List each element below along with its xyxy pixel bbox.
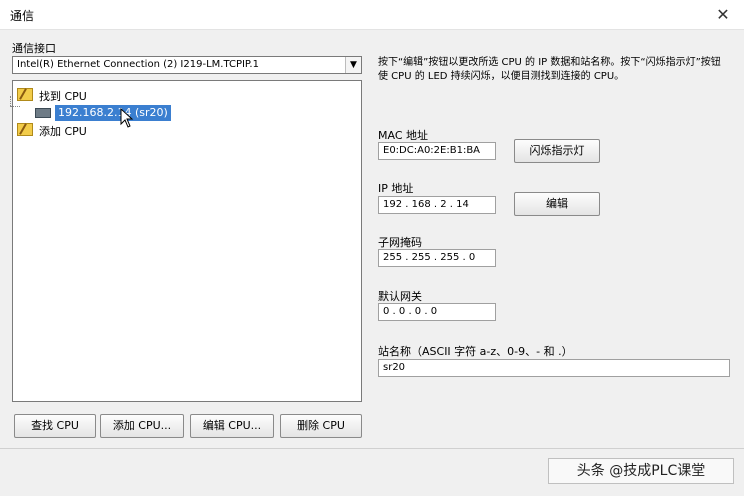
- add-cpu-button[interactable]: 添加 CPU...: [100, 414, 184, 438]
- tree-node-found-cpu[interactable]: 找到 CPU: [17, 87, 217, 103]
- interface-select[interactable]: Intel(R) Ethernet Connection (2) I219-LM…: [12, 56, 362, 74]
- mac-label: MAC 地址: [378, 129, 428, 142]
- ip-address-field: 192 . 168 . 2 . 14: [378, 196, 496, 214]
- gateway-label: 默认网关: [378, 290, 422, 303]
- tree-node-add-cpu[interactable]: 添加 CPU: [17, 122, 217, 138]
- mouse-cursor-icon: [120, 108, 134, 128]
- subnet-label: 子网掩码: [378, 236, 422, 249]
- tree-node-label: 添加 CPU: [39, 125, 87, 138]
- close-button[interactable]: ✕: [712, 4, 734, 26]
- footer-separator: [0, 448, 744, 449]
- tree-node-device[interactable]: 192.168.2.14 (sr20): [35, 105, 235, 121]
- tree-connector: [10, 96, 11, 106]
- blink-led-button[interactable]: 闪烁指示灯: [514, 139, 600, 163]
- find-cpu-button[interactable]: 查找 CPU: [14, 414, 96, 438]
- cpu-device-icon: [35, 108, 51, 118]
- delete-cpu-button[interactable]: 删除 CPU: [280, 414, 362, 438]
- watermark: 头条 @技成PLC课堂: [548, 458, 734, 484]
- edit-cpu-button[interactable]: 编辑 CPU...: [190, 414, 274, 438]
- ip-label: IP 地址: [378, 182, 414, 195]
- chevron-down-icon[interactable]: ▼: [345, 57, 361, 73]
- tree-connector: [10, 106, 20, 107]
- interface-select-value: Intel(R) Ethernet Connection (2) I219-LM…: [17, 59, 259, 70]
- instructions-text: 按下“编辑”按钮以更改所选 CPU 的 IP 数据和站名称。按下“闪烁指示灯”按…: [378, 57, 721, 82]
- edit-ip-button[interactable]: 编辑: [514, 192, 600, 216]
- title-bar: 通信 ✕: [0, 0, 744, 30]
- station-name-label: 站名称（ASCII 字符 a-z、0-9、- 和 .）: [378, 345, 573, 358]
- window-title: 通信: [10, 9, 35, 23]
- tree-node-selected-label: 192.168.2.14 (sr20): [55, 105, 171, 121]
- folder-icon: [17, 123, 33, 136]
- station-name-field[interactable]: sr20: [378, 359, 730, 377]
- folder-icon: [17, 88, 33, 101]
- interface-label: 通信接口: [12, 42, 56, 55]
- gateway-field: 0 . 0 . 0 . 0: [378, 303, 496, 321]
- mac-address-field: E0:DC:A0:2E:B1:BA: [378, 142, 496, 160]
- tree-node-label: 找到 CPU: [39, 90, 87, 103]
- subnet-mask-field: 255 . 255 . 255 . 0: [378, 249, 496, 267]
- cpu-tree[interactable]: 找到 CPU 192.168.2.14 (sr20) 添加 CPU: [12, 80, 362, 402]
